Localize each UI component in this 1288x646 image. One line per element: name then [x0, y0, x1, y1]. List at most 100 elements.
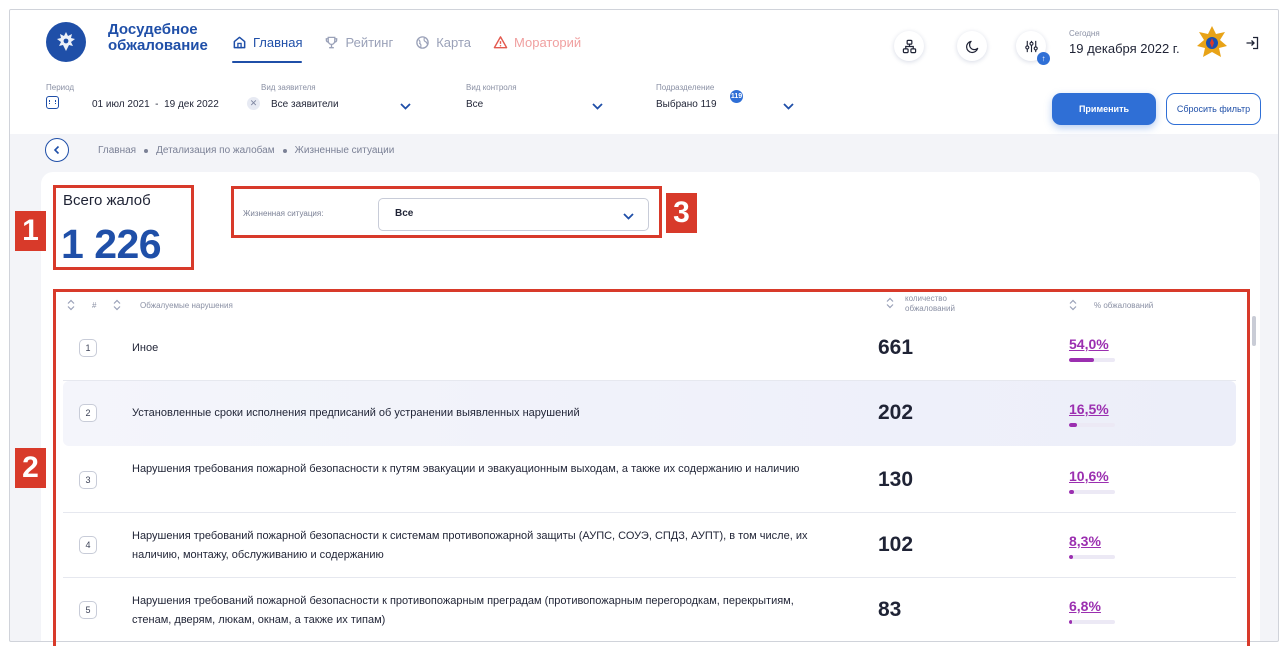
theme-toggle-button[interactable]	[957, 31, 987, 61]
row-number: 1	[79, 339, 97, 357]
col-header-count-line2[interactable]: обжалований	[905, 304, 955, 313]
brand-line-2: обжалование	[108, 37, 208, 54]
complaint-count: 202	[878, 401, 914, 424]
row-number: 3	[79, 471, 97, 489]
violation-text: Нарушения требований пожарной безопаснос…	[132, 595, 794, 626]
percent-bar	[1069, 620, 1115, 624]
nav-label-map: Карта	[436, 34, 472, 50]
clear-icon[interactable]: ✕	[247, 97, 260, 110]
calendar-icon[interactable]	[46, 96, 59, 109]
control-label: Вид контроля	[466, 83, 517, 92]
sort-icon[interactable]	[67, 299, 75, 311]
apply-button[interactable]: Применить	[1052, 93, 1156, 125]
nav-item-map[interactable]: Карта	[415, 31, 471, 53]
table-row[interactable]: 1 Иное 661 54,0%	[63, 316, 1236, 381]
control-select[interactable]: Все	[466, 99, 483, 110]
breadcrumb-home[interactable]: Главная	[98, 145, 136, 156]
division-count-badge: 119	[730, 90, 743, 103]
violation-text: Нарушения требований пожарной безопаснос…	[132, 530, 808, 561]
brand-title[interactable]: Досудебное обжалование	[108, 22, 208, 54]
complaint-percent[interactable]: 54,0%	[1069, 336, 1109, 352]
today-label: Сегодня	[1069, 29, 1100, 38]
filter-bar: Период 01 июл 2021 - 19 дек 2022 Вид зая…	[10, 72, 1278, 134]
home-icon	[232, 35, 247, 50]
sliders-icon	[1024, 40, 1038, 52]
table-row[interactable]: 3 Нарушения требования пожарной безопасн…	[63, 448, 1236, 513]
breadcrumb-details[interactable]: Детализация по жалобам	[156, 145, 275, 156]
complaint-count: 130	[878, 468, 914, 491]
percent-bar-fill	[1069, 423, 1077, 427]
brand-line-1: Досудебное	[108, 21, 198, 38]
breadcrumb-separator	[282, 148, 287, 153]
table-scrollbar[interactable]	[1252, 316, 1256, 346]
annotation-tag-2: 2	[15, 448, 46, 488]
life-situation-select[interactable]: Все	[378, 198, 649, 231]
applicant-select[interactable]: Все заявители	[271, 99, 339, 110]
col-header-count-line1[interactable]: количество	[905, 294, 947, 303]
breadcrumb-current: Жизненные ситуации	[294, 145, 395, 156]
emblem-logo[interactable]	[46, 22, 86, 62]
percent-bar	[1069, 423, 1115, 427]
row-number: 4	[79, 536, 97, 554]
complaint-percent[interactable]: 8,3%	[1069, 533, 1101, 549]
structure-button[interactable]	[894, 31, 924, 61]
row-number: 2	[79, 404, 97, 422]
warning-icon	[493, 35, 508, 50]
nav-item-rating[interactable]: Рейтинг	[324, 31, 393, 53]
period-label: Период	[46, 83, 75, 92]
chevron-down-icon[interactable]	[400, 103, 411, 110]
back-button[interactable]	[45, 138, 69, 162]
chevron-left-icon	[53, 145, 60, 155]
chevron-down-icon[interactable]	[783, 103, 794, 110]
sort-icon[interactable]	[1069, 299, 1077, 311]
hierarchy-icon	[902, 39, 916, 53]
percent-bar-fill	[1069, 555, 1073, 559]
logout-icon[interactable]	[1245, 36, 1259, 50]
percent-bar-fill	[1069, 490, 1074, 494]
nav-label-home: Главная	[253, 34, 303, 50]
percent-bar-fill	[1069, 358, 1094, 362]
annotation-tag-1: 1	[15, 211, 46, 251]
trophy-icon	[324, 35, 339, 50]
table-row[interactable]: 2 Установленные сроки исполнения предпис…	[63, 381, 1236, 446]
percent-bar	[1069, 555, 1115, 559]
violation-text: Установленные сроки исполнения предписан…	[132, 407, 580, 419]
life-situation-label: Жизненная ситуация:	[243, 209, 324, 218]
breadcrumb-separator	[144, 148, 149, 153]
col-header-violation[interactable]: Обжалуемые нарушения	[140, 301, 233, 310]
col-header-number[interactable]: #	[92, 301, 96, 310]
reset-filter-button[interactable]: Сбросить фильтр	[1166, 93, 1261, 125]
col-header-percent[interactable]: % обжалований	[1094, 301, 1153, 310]
mchs-emblem-icon	[1197, 26, 1227, 57]
moon-icon	[965, 40, 978, 53]
sort-icon[interactable]	[113, 299, 121, 311]
period-value[interactable]: 01 июл 2021 - 19 дек 2022	[92, 99, 219, 110]
eagle-icon	[57, 32, 75, 51]
complaint-count: 102	[878, 533, 914, 556]
arrow-up-icon: ↑	[1037, 52, 1050, 65]
nav-item-home[interactable]: Главная	[232, 31, 303, 63]
table-row[interactable]: 4 Нарушения требований пожарной безопасн…	[63, 513, 1236, 578]
violation-text: Иное	[132, 342, 159, 354]
percent-bar-fill	[1069, 620, 1073, 624]
top-header: Досудебное обжалование Главная Рейтинг К…	[10, 10, 1278, 72]
division-label: Подразделение	[656, 83, 715, 92]
complaint-percent[interactable]: 10,6%	[1069, 468, 1109, 484]
chevron-down-icon[interactable]	[592, 103, 603, 110]
today-date: Сегодня 19 декабря 2022 г.	[1069, 29, 1180, 56]
table-row[interactable]: 5 Нарушения требований пожарной безопасн…	[63, 578, 1236, 643]
division-select[interactable]: Выбрано 119	[656, 99, 717, 110]
chevron-down-icon	[623, 213, 634, 220]
main-nav: Главная Рейтинг Карта Мораторий	[232, 31, 581, 63]
complaint-percent[interactable]: 16,5%	[1069, 401, 1109, 417]
annotation-tag-3: 3	[666, 193, 697, 233]
nav-label-rating: Рейтинг	[345, 34, 394, 50]
nav-item-moratorium[interactable]: Мораторий	[493, 31, 581, 53]
complaint-percent[interactable]: 6,8%	[1069, 598, 1101, 614]
sort-icon[interactable]	[886, 297, 894, 309]
violation-text: Нарушения требования пожарной безопаснос…	[132, 463, 800, 475]
globe-icon	[415, 35, 430, 50]
settings-button[interactable]: ↑	[1016, 31, 1050, 65]
nav-label-moratorium: Мораторий	[514, 34, 582, 50]
today-value: 19 декабря 2022 г.	[1069, 41, 1180, 56]
